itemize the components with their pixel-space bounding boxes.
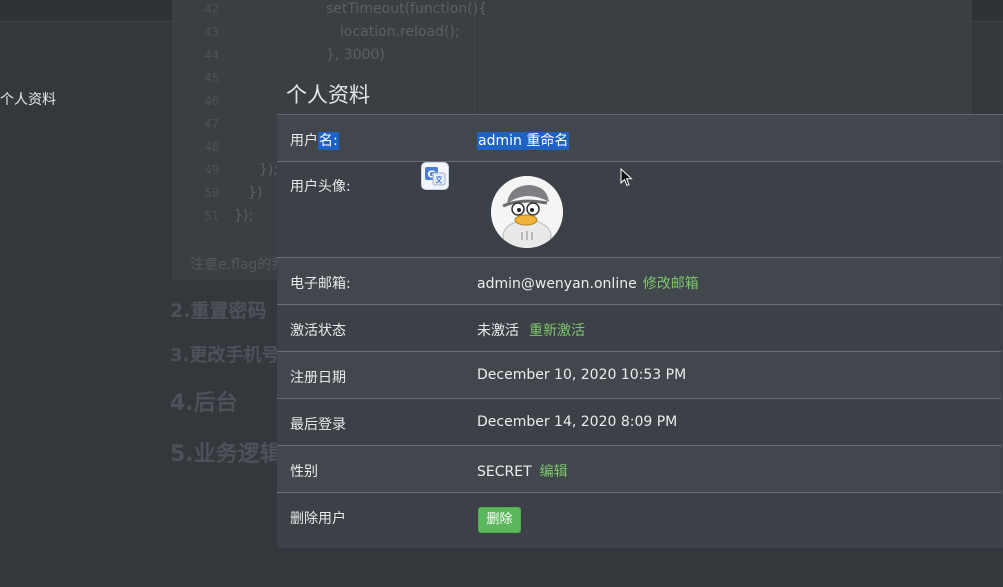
email-value: admin@wenyan.online xyxy=(477,276,637,292)
row-email: 电子邮箱: admin@wenyan.online 修改邮箱 xyxy=(277,258,1001,305)
line-number: 43 xyxy=(204,25,219,39)
code-line: location.reload(); xyxy=(340,24,460,40)
row-avatar: 用户头像: xyxy=(277,162,1001,258)
username-value-text: admin 重命名 xyxy=(477,132,570,150)
line-number: 46 xyxy=(204,94,219,108)
profile-table: 用户名: admin 重命名 用户头像: 电子邮箱: admin@wenyan.… xyxy=(277,114,1003,548)
line-number: 42 xyxy=(204,2,219,16)
last-login-label: 最后登录 xyxy=(290,417,346,433)
code-line: }) xyxy=(248,185,263,201)
row-last-login: 最后登录 December 14, 2020 8:09 PM xyxy=(277,399,1001,446)
reactivate-link[interactable]: 重新激活 xyxy=(529,323,585,339)
gender-value: SECRET xyxy=(477,464,532,480)
gender-value-wrap: SECRET 编辑 xyxy=(477,461,568,481)
registered-value: December 10, 2020 10:53 PM xyxy=(477,367,687,383)
google-translate-icon[interactable]: G xyxy=(421,162,449,190)
doc-heading: 2.重置密码 xyxy=(170,300,267,322)
row-delete: 删除用户 删除 xyxy=(277,493,1001,548)
username-label-prefix: 用户 xyxy=(290,133,318,149)
code-line: }, 3000) xyxy=(326,47,385,63)
username-label: 用户名: xyxy=(290,130,339,150)
row-username: 用户名: admin 重命名 xyxy=(277,115,1001,162)
activation-status: 未激活 xyxy=(477,323,519,339)
email-label: 电子邮箱: xyxy=(290,276,351,292)
username-label-selected: 名: xyxy=(318,132,339,150)
last-login-value: December 14, 2020 8:09 PM xyxy=(477,414,678,430)
avatar-duck-icon[interactable] xyxy=(491,176,563,248)
code-line: }); xyxy=(259,162,279,178)
email-value-wrap: admin@wenyan.online 修改邮箱 xyxy=(477,273,699,293)
doc-heading: 4.后台 xyxy=(170,391,238,416)
line-number: 47 xyxy=(204,117,219,131)
doc-heading: 5.业务逻辑 xyxy=(170,442,282,467)
page-title: 个人资料 xyxy=(286,83,370,107)
avatar-label: 用户头像: xyxy=(290,179,351,195)
line-number: 51 xyxy=(204,209,219,223)
line-number: 45 xyxy=(204,71,219,85)
username-value: admin 重命名 xyxy=(477,130,570,150)
line-number: 50 xyxy=(204,186,219,200)
row-activation: 激活状态 未激活 重新激活 xyxy=(277,305,1001,352)
mouse-pointer-icon xyxy=(620,167,634,192)
line-number: 44 xyxy=(204,48,219,62)
line-number-gutter: 42 43 44 45 46 47 48 49 50 51 xyxy=(175,0,223,235)
edit-gender-link[interactable]: 编辑 xyxy=(540,464,568,480)
row-gender: 性别 SECRET 编辑 xyxy=(277,446,1001,493)
registered-label: 注册日期 xyxy=(290,370,346,386)
sidebar-item-profile[interactable]: 个人资料 xyxy=(0,89,56,109)
line-number: 49 xyxy=(204,163,219,177)
activation-value-wrap: 未激活 重新激活 xyxy=(477,320,585,340)
gender-label: 性别 xyxy=(290,464,318,480)
code-line: setTimeout(function(){ xyxy=(326,1,488,17)
code-line: }); xyxy=(234,208,254,224)
delete-button[interactable]: 删除 xyxy=(478,507,521,533)
change-email-link[interactable]: 修改邮箱 xyxy=(643,276,699,292)
line-number: 48 xyxy=(204,140,219,154)
delete-user-label: 删除用户 xyxy=(290,511,346,527)
row-registered: 注册日期 December 10, 2020 10:53 PM xyxy=(277,352,1001,399)
activation-label: 激活状态 xyxy=(290,323,346,339)
